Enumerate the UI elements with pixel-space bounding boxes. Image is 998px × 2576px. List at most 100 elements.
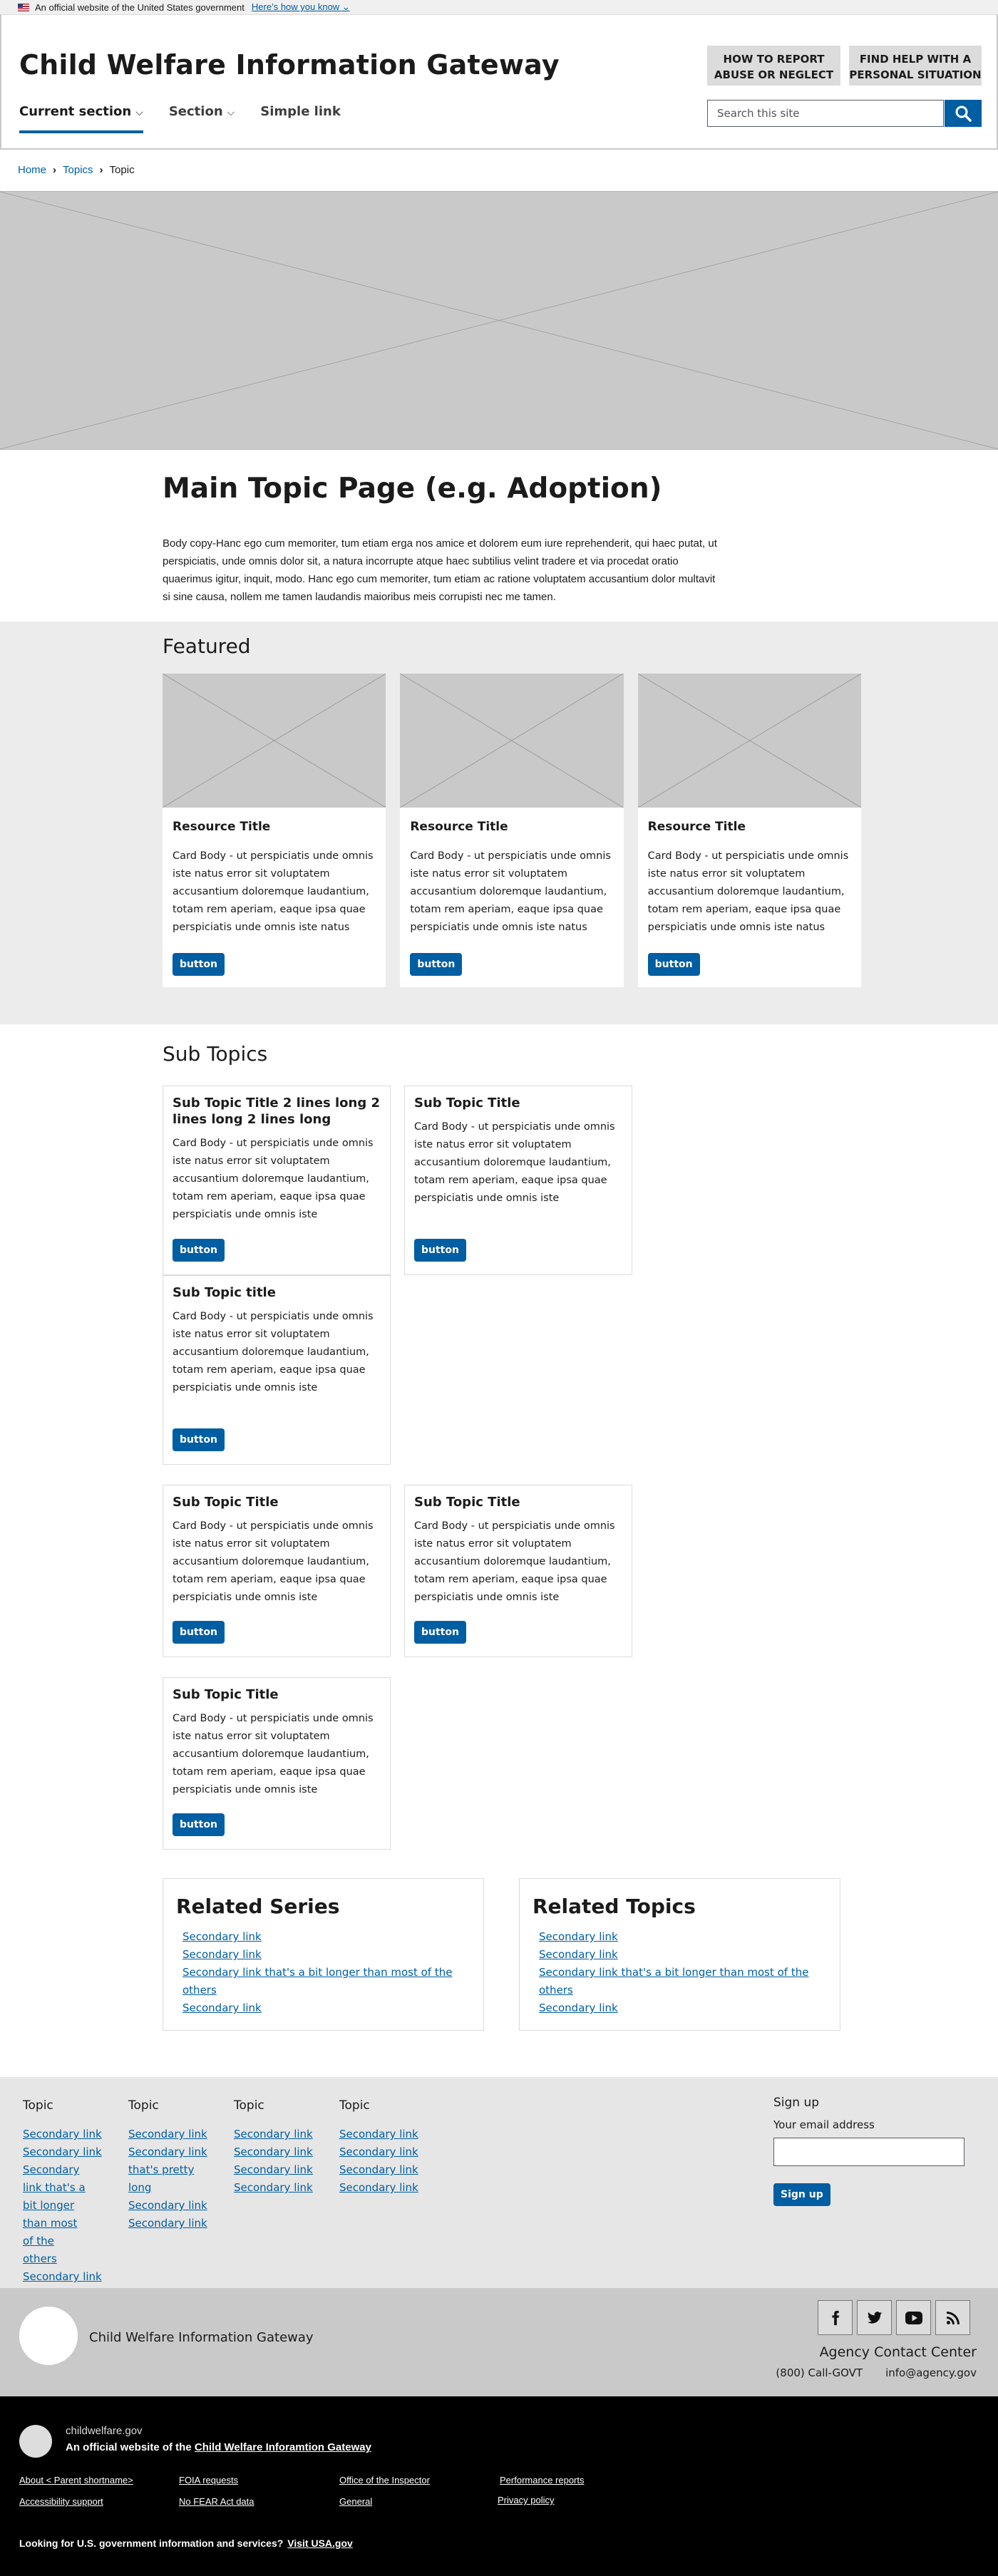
- subtopic-card: Sub Topic Title Card Body - ut perspicia…: [163, 1485, 391, 1657]
- footer-column: Topic Secondary link Secondary link Seco…: [23, 2098, 128, 2283]
- secondary-link[interactable]: Secondary link: [539, 1999, 827, 2017]
- card-title: Resource Title: [410, 820, 508, 834]
- identifier-link-accessibility[interactable]: Accessibility support: [19, 2496, 103, 2507]
- secondary-link[interactable]: Secondary link that's a bit longer than …: [539, 1964, 827, 1999]
- card-image-placeholder: [163, 674, 386, 808]
- find-help-button[interactable]: FIND HELP WITH A PERSONAL SITUATION: [849, 46, 982, 86]
- subtopic-card: Sub Topic Title 2 lines long 2 lines lon…: [163, 1086, 391, 1275]
- identifier-link-general[interactable]: General: [339, 2496, 372, 2507]
- usa-gov-banner: Looking for U.S. government information …: [19, 2538, 353, 2549]
- nav-simple-link[interactable]: Simple link: [260, 104, 341, 133]
- search-button[interactable]: [945, 100, 982, 127]
- subtopic-body: Card Body - ut perspiciatis unde omnis i…: [173, 1311, 374, 1393]
- chevron-down-icon: ⌵: [227, 107, 235, 118]
- subtopic-button[interactable]: button: [173, 1239, 225, 1262]
- footer-link[interactable]: Secondary link: [339, 2126, 428, 2143]
- footer-link[interactable]: Secondary link: [23, 2268, 112, 2286]
- footer-link[interactable]: Secondary link: [234, 2126, 323, 2143]
- chevron-right-icon: ›: [99, 164, 103, 176]
- secondary-link[interactable]: Secondary link that's a bit longer than …: [182, 1964, 470, 1999]
- identifier-link-about[interactable]: About < Parent shortname>: [19, 2475, 133, 2485]
- usa-gov-link[interactable]: Visit USA.gov: [287, 2538, 353, 2549]
- subtopic-button[interactable]: button: [173, 1621, 225, 1644]
- report-abuse-button[interactable]: HOW TO REPORT ABUSE OR NEGLECT: [707, 46, 840, 86]
- subtopic-body: Card Body - ut perspiciatis unde omnis i…: [173, 1713, 374, 1796]
- subtopic-title: Sub Topic Title: [414, 1495, 520, 1510]
- email-label: Your email address: [773, 2118, 875, 2131]
- featured-section: Featured Resource Title Card Body - ut p…: [0, 622, 998, 1024]
- subtopic-button[interactable]: button: [414, 1621, 466, 1644]
- subtopic-button[interactable]: button: [414, 1239, 466, 1262]
- nav-current-section[interactable]: Current section ⌵: [19, 104, 143, 133]
- subtopic-body: Card Body - ut perspiciatis unde omnis i…: [414, 1520, 615, 1603]
- breadcrumb-home[interactable]: Home: [18, 164, 46, 176]
- footer-column: Topic Secondary link Secondary link that…: [128, 2098, 234, 2267]
- subtopic-body: Card Body - ut perspiciatis unde omnis i…: [173, 1138, 374, 1220]
- body-copy: Body copy-Hanc ego cum memoriter, tum et…: [163, 537, 717, 603]
- card-button[interactable]: button: [173, 953, 225, 976]
- site-title[interactable]: Child Welfare Information Gateway: [19, 49, 560, 81]
- card-button[interactable]: button: [647, 953, 700, 976]
- footer-column-title: Topic: [234, 2098, 264, 2113]
- main-nav: Current section ⌵ Section ⌵ Simple link: [19, 104, 366, 133]
- youtube-icon[interactable]: [896, 2300, 931, 2335]
- contact-center-title: Agency Contact Center: [819, 2344, 977, 2360]
- identifier-link-foia[interactable]: FOIA requests: [179, 2475, 238, 2485]
- footer-link[interactable]: Secondary link: [23, 2143, 112, 2161]
- breadcrumb-topics[interactable]: Topics: [63, 164, 93, 176]
- footer-link[interactable]: Secondary link: [339, 2143, 428, 2161]
- contact-info: (800) Call-GOVT info@agency.gov: [776, 2366, 977, 2379]
- social-links: [818, 2300, 974, 2335]
- contact-email[interactable]: info@agency.gov: [885, 2366, 977, 2379]
- signup-button[interactable]: Sign up: [773, 2183, 830, 2206]
- subtopic-title: Sub Topic title: [173, 1285, 276, 1300]
- nav-section[interactable]: Section ⌵: [169, 104, 235, 133]
- heres-how-you-know-link[interactable]: Here’s how you know ⌄: [252, 1, 350, 13]
- subtopic-button[interactable]: button: [173, 1813, 225, 1836]
- search-input[interactable]: Search this site: [707, 100, 944, 127]
- gov-banner-text: An official website of the United States…: [35, 1, 245, 13]
- footer-link[interactable]: Secondary link: [234, 2179, 323, 2197]
- footer-nav: Topic Secondary link Secondary link Seco…: [0, 2077, 998, 2288]
- secondary-link[interactable]: Secondary link: [182, 1946, 470, 1964]
- contact-phone[interactable]: (800) Call-GOVT: [776, 2366, 863, 2379]
- rss-icon[interactable]: [935, 2300, 970, 2335]
- secondary-link[interactable]: Secondary link: [539, 1928, 827, 1946]
- footer-link[interactable]: Secondary link: [128, 2126, 217, 2143]
- footer-link[interactable]: Secondary link: [339, 2161, 428, 2179]
- footer-link[interactable]: Secondary link: [23, 2126, 112, 2143]
- footer-link[interactable]: Secondary link: [234, 2143, 323, 2161]
- identifier-agency-link[interactable]: Child Welfare Inforamtion Gateway: [195, 2441, 371, 2453]
- subtopics-section: Sub Topics Sub Topic Title 2 lines long …: [163, 1024, 875, 2031]
- chevron-down-icon: ⌄: [341, 1, 350, 12]
- email-field[interactable]: [773, 2138, 964, 2166]
- resource-card: Resource Title Card Body - ut perspiciat…: [400, 674, 624, 987]
- site-header: Child Welfare Information Gateway Curren…: [0, 14, 998, 150]
- subtopic-title: Sub Topic Title: [414, 1096, 520, 1111]
- footer-link[interactable]: Secondary link: [234, 2161, 323, 2179]
- footer-link[interactable]: Secondary link that's a bit longer than …: [23, 2161, 87, 2268]
- identifier-link-privacy[interactable]: Privacy policy: [498, 2495, 554, 2505]
- footer-link[interactable]: Secondary link: [128, 2215, 217, 2232]
- twitter-icon[interactable]: [857, 2300, 892, 2335]
- secondary-link[interactable]: Secondary link: [539, 1946, 827, 1964]
- resource-card: Resource Title Card Body - ut perspiciat…: [163, 674, 386, 987]
- subtopic-card: Sub Topic title Card Body - ut perspicia…: [163, 1275, 391, 1465]
- secondary-link[interactable]: Secondary link: [182, 1999, 470, 2017]
- subtopic-title: Sub Topic Title: [173, 1687, 279, 1702]
- identifier: childwelfare.gov An official website of …: [0, 2396, 998, 2576]
- secondary-link[interactable]: Secondary link: [182, 1928, 470, 1946]
- footer-link[interactable]: Secondary link: [339, 2179, 428, 2197]
- identifier-link-inspector[interactable]: Office of the Inspector: [339, 2475, 430, 2485]
- identifier-link-no-fear[interactable]: No FEAR Act data: [179, 2496, 254, 2507]
- identifier-link-performance[interactable]: Performance reports: [500, 2475, 585, 2485]
- card-button[interactable]: button: [410, 953, 463, 976]
- facebook-icon[interactable]: [818, 2300, 853, 2335]
- footer-link[interactable]: Secondary link: [128, 2197, 217, 2215]
- subtopic-button[interactable]: button: [173, 1428, 225, 1451]
- subtopic-title: Sub Topic Title: [173, 1495, 279, 1510]
- chevron-down-icon: ⌵: [135, 107, 143, 118]
- footer-link[interactable]: Secondary link that's pretty long: [128, 2143, 217, 2197]
- breadcrumb: Home › Topics › Topic: [0, 150, 998, 191]
- footer-secondary: Child Welfare Information Gateway Agency…: [0, 2288, 998, 2396]
